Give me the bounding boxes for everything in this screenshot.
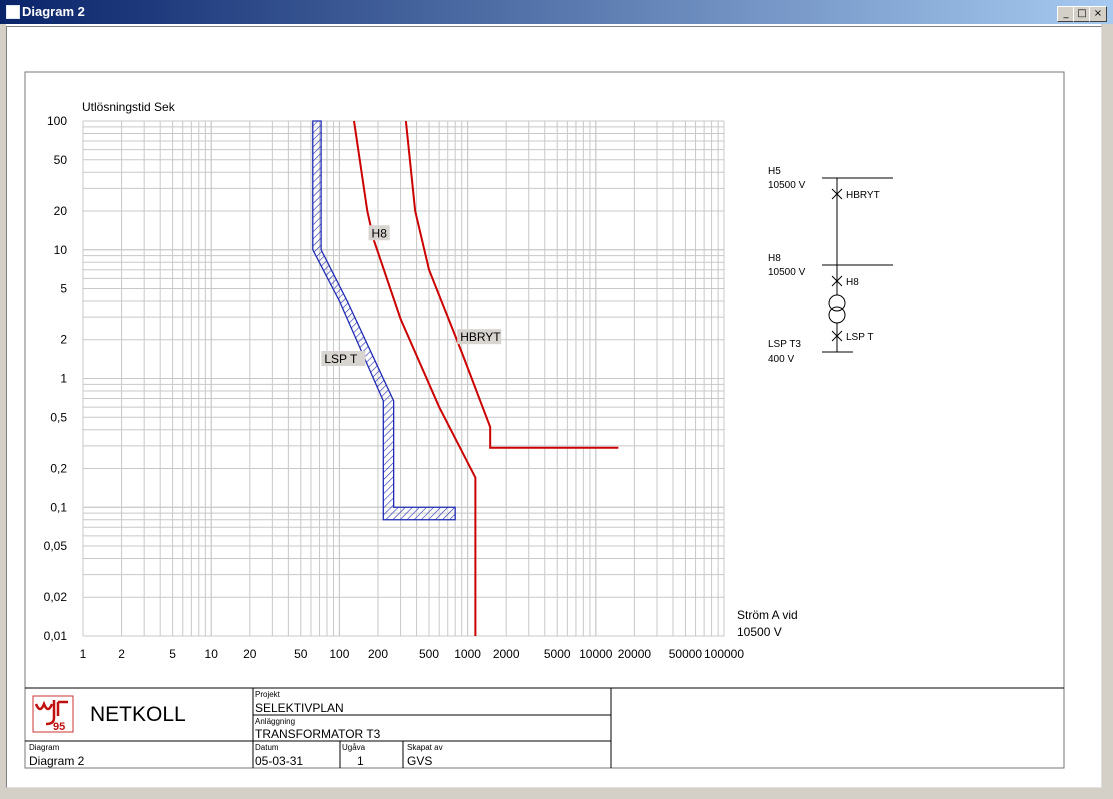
ugava-value: 1 <box>357 754 364 768</box>
bus-lspt3-voltage: 400 V <box>768 354 794 365</box>
x-tick-label: 50 <box>294 647 308 661</box>
bus-h8-name: H8 <box>768 253 781 264</box>
diagram-value: Diagram 2 <box>29 754 85 768</box>
x-axis-label-line2: 10500 V <box>737 625 782 639</box>
y-tick-label: 20 <box>54 204 68 218</box>
x-axis-label-line1: Ström A vid <box>737 608 798 622</box>
skapat-label: Skapat av <box>407 743 443 752</box>
y-tick-label: 0,01 <box>44 629 68 643</box>
datum-value: 05-03-31 <box>255 754 303 768</box>
y-tick-label: 100 <box>47 114 67 128</box>
x-tick-label: 50000 <box>669 647 703 661</box>
diagram-sheet: 1 2 5 10 20 50 100 200 500 1000 2000 5000 10000 20000… <box>24 71 1065 769</box>
x-tick-label: 10 <box>205 647 219 661</box>
y-tick-label: 0,05 <box>44 539 68 553</box>
y-tick-label: 5 <box>60 282 67 296</box>
y-tick-label: 0,5 <box>50 410 67 424</box>
ugava-label: Ugåva <box>342 743 366 752</box>
bus-h5-name: H5 <box>768 166 781 177</box>
x-tick-label: 5 <box>169 647 176 661</box>
company-logo: 95 <box>32 695 74 733</box>
anlaggning-value: TRANSFORMATOR T3 <box>255 727 381 741</box>
x-tick-label: 200 <box>368 647 388 661</box>
bus-lspt3-name: LSP T3 <box>768 339 801 350</box>
projekt-label: Projekt <box>255 690 281 699</box>
projekt-value: SELEKTIVPLAN <box>255 701 344 715</box>
y-tick-label: 2 <box>60 333 67 347</box>
x-tick-label: 1000 <box>454 647 481 661</box>
y-tick-label: 0,1 <box>50 500 67 514</box>
skapat-value: GVS <box>407 754 432 768</box>
series-h8-label: H8 <box>372 226 388 240</box>
y-tick-label: 0,2 <box>50 461 67 475</box>
x-tick-label: 100 <box>329 647 349 661</box>
anlaggning-label: Anläggning <box>255 717 295 726</box>
series-hbryt-label: HBRYT <box>460 330 501 344</box>
x-tick-label: 100000 <box>704 647 744 661</box>
breaker-hbryt-label: HBRYT <box>846 190 880 201</box>
y-tick-label: 0,02 <box>44 590 68 604</box>
x-tick-label: 500 <box>419 647 439 661</box>
breaker-h8-label: H8 <box>846 277 859 288</box>
y-tick-label: 10 <box>54 243 68 257</box>
breaker-lspt-label: LSP T <box>846 332 873 343</box>
company-name: NETKOLL <box>90 703 186 726</box>
series-lsp-t-label: LSP T <box>324 352 358 366</box>
bus-h8-voltage: 10500 V <box>768 267 806 278</box>
y-tick-label: 50 <box>54 153 68 167</box>
datum-label: Datum <box>255 743 279 752</box>
diagram-label: Diagram <box>29 743 60 752</box>
x-tick-label: 10000 <box>579 647 613 661</box>
x-tick-label: 2 <box>118 647 125 661</box>
y-tick-label: 1 <box>60 372 67 386</box>
x-tick-label: 20000 <box>618 647 652 661</box>
y-axis-label: Utlösningstid Sek <box>82 100 176 114</box>
x-tick-label: 20 <box>243 647 257 661</box>
x-tick-label: 2000 <box>493 647 520 661</box>
logo-text: 95 <box>53 721 65 733</box>
x-tick-label: 5000 <box>544 647 571 661</box>
x-tick-label: 1 <box>80 647 87 661</box>
bus-h5-voltage: 10500 V <box>768 180 806 191</box>
